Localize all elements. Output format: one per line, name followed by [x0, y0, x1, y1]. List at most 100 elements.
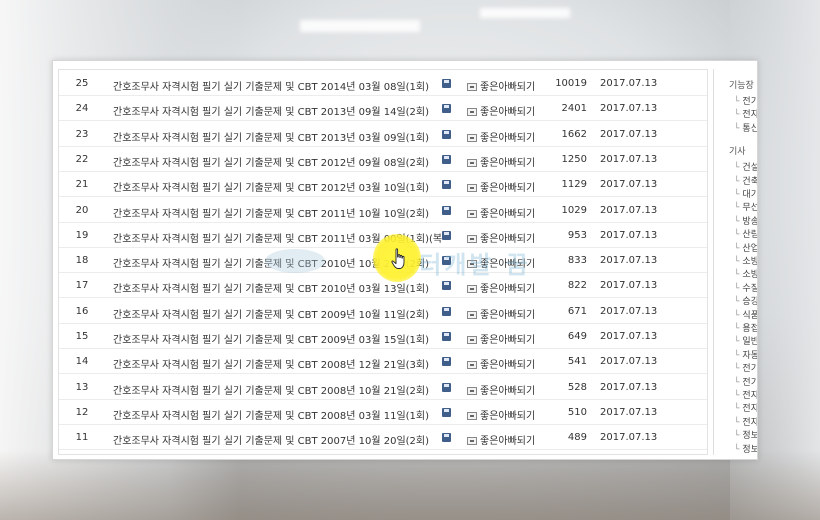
post-author[interactable]: 좋은아빠되기	[467, 78, 557, 93]
table-row[interactable]: 16 간호조무사 자격시험 필기 실기 기출문제 및 CBT 2009년 10월 …	[59, 299, 707, 324]
table-row[interactable]: 23 간호조무사 자격시험 필기 실기 기출문제 및 CBT 2013년 03월 …	[59, 122, 707, 147]
post-title-link[interactable]: 간호조무사 자격시험 필기 실기 기출문제 및 CBT 2012년 03월 10…	[113, 179, 443, 194]
author-badge-icon	[467, 108, 477, 117]
post-title-link[interactable]: 간호조무사 자격시험 필기 실기 기출문제 및 CBT 2012년 09월 08…	[113, 154, 443, 169]
post-title-link[interactable]: 간호조무사 자격시험 필기 실기 기출문제 및 CBT 2008년 03월 11…	[113, 407, 443, 422]
table-row[interactable]: 24 간호조무사 자격시험 필기 실기 기출문제 및 CBT 2013년 09월 …	[59, 96, 707, 122]
attachment-icon[interactable]	[442, 382, 451, 392]
table-row[interactable]: 25 간호조무사 자격시험 필기 실기 기출문제 및 CBT 2014년 03월 …	[59, 71, 707, 96]
sidebar-item[interactable]: └방송통신기사	[734, 214, 757, 227]
attachment-icon[interactable]	[442, 230, 451, 240]
tree-branch-icon: └	[734, 297, 740, 308]
tree-branch-icon: └	[734, 337, 740, 348]
sidebar-item[interactable]: └산림기사	[734, 227, 757, 240]
post-author[interactable]: 좋은아빠되기	[467, 407, 557, 422]
attachment-icon[interactable]	[442, 129, 451, 139]
post-author[interactable]: 좋은아빠되기	[467, 356, 557, 371]
post-date: 2017.07.13	[600, 305, 658, 317]
post-author[interactable]: 좋은아빠되기	[467, 103, 557, 118]
sidebar-item[interactable]: └정보처리기사	[734, 428, 757, 441]
sidebar-item[interactable]: └통신설비기능장	[734, 121, 757, 134]
sidebar-item[interactable]: └전자계산기기사	[734, 401, 757, 414]
sidebar-item[interactable]: └용접기사	[734, 321, 757, 334]
sidebar-item-label: 건축기사	[742, 176, 757, 187]
sidebar-item-label: 전기기능장	[742, 97, 757, 107]
post-title-link[interactable]: 간호조무사 자격시험 필기 실기 기출문제 및 CBT 2010년 03월 13…	[113, 280, 443, 295]
sidebar-item[interactable]: └승강기기사	[734, 294, 757, 307]
sidebar-item[interactable]: └전기기능장	[734, 94, 757, 107]
sidebar-item-label: 전자기기기능장	[742, 110, 757, 121]
sidebar-item-label: 전자기사	[742, 391, 757, 401]
post-author[interactable]: 좋은아빠되기	[467, 179, 557, 194]
attachment-icon[interactable]	[442, 281, 451, 291]
post-number: 23	[75, 128, 89, 140]
post-author[interactable]: 좋은아빠되기	[467, 154, 557, 169]
post-title-link[interactable]: 간호조무사 자격시험 필기 실기 기출문제 및 CBT 2009년 10월 11…	[113, 306, 443, 321]
sidebar-item[interactable]: └일반기계기사	[734, 334, 757, 347]
post-title-link[interactable]: 간호조무사 자격시험 필기 실기 기출문제 및 CBT 2008년 10월 21…	[113, 382, 443, 397]
table-row[interactable]: 15 간호조무사 자격시험 필기 실기 기출문제 및 CBT 2009년 03월 …	[59, 324, 707, 349]
author-badge-icon	[467, 437, 477, 446]
attachment-icon[interactable]	[442, 357, 451, 367]
attachment-icon[interactable]	[442, 205, 451, 215]
table-row[interactable]: 13 간호조무사 자격시험 필기 실기 기출문제 및 CBT 2008년 10월 …	[59, 375, 707, 400]
post-author[interactable]: 좋은아빠되기	[467, 205, 557, 220]
attachment-icon[interactable]	[442, 154, 451, 164]
author-name: 좋은아빠되기	[480, 157, 536, 169]
sidebar-item[interactable]: └대기환경기사	[734, 187, 757, 200]
sidebar-item[interactable]: └전자계산기조직	[734, 415, 757, 428]
table-row[interactable]: 20 간호조무사 자격시험 필기 실기 기출문제 및 CBT 2011년 10월 …	[59, 198, 707, 223]
post-title-link[interactable]: 간호조무사 자격시험 필기 실기 기출문제 및 CBT 2013년 03월 09…	[113, 129, 443, 144]
sidebar-item[interactable]: └소방설비기사(기	[734, 254, 757, 267]
sidebar-item[interactable]: └산업안전기사	[734, 241, 757, 254]
tree-branch-icon: └	[734, 110, 740, 121]
tree-branch-icon: └	[734, 97, 740, 107]
author-badge-icon	[467, 234, 477, 243]
sidebar-item[interactable]: └소방설비기사(전	[734, 267, 757, 280]
post-title-link[interactable]: 간호조무사 자격시험 필기 실기 기출문제 및 CBT 2014년 03월 08…	[113, 78, 443, 93]
post-title-link[interactable]: 간호조무사 자격시험 필기 실기 기출문제 및 CBT 2009년 03월 15…	[113, 331, 443, 346]
sidebar-item[interactable]: └자동차정비기사	[734, 348, 757, 361]
post-author[interactable]: 좋은아빠되기	[467, 382, 557, 397]
sidebar-item[interactable]: └전자기사	[734, 388, 757, 401]
table-row[interactable]: 14 간호조무사 자격시험 필기 실기 기출문제 및 CBT 2008년 12월 …	[59, 349, 707, 375]
post-author[interactable]: 좋은아빠되기	[467, 331, 557, 346]
view-count: 10019	[555, 78, 587, 89]
table-row[interactable]: 12 간호조무사 자격시험 필기 실기 기출문제 및 CBT 2008년 03월 …	[59, 400, 707, 425]
attachment-icon[interactable]	[442, 79, 451, 88]
post-number: 20	[75, 204, 89, 216]
attachment-icon[interactable]	[442, 180, 451, 190]
post-author[interactable]: 좋은아빠되기	[467, 280, 557, 295]
table-row[interactable]: 11 간호조무사 자격시험 필기 실기 기출문제 및 CBT 2007년 10월 …	[59, 425, 707, 451]
post-title-link[interactable]: 간호조무사 자격시험 필기 실기 기출문제 및 CBT 2011년 10월 10…	[113, 205, 443, 220]
sidebar-item[interactable]: └건설안전기사	[734, 160, 757, 173]
attachment-icon[interactable]	[442, 306, 451, 316]
view-count: 1250	[561, 153, 587, 165]
post-date: 2017.07.13	[600, 356, 658, 368]
table-row[interactable]: 22 간호조무사 자격시험 필기 실기 기출문제 및 CBT 2012년 09월 …	[59, 147, 707, 172]
sidebar-item[interactable]: └전기공사기사	[734, 375, 757, 388]
sidebar-item-label: 식품기사	[742, 310, 757, 321]
sidebar-item[interactable]: └건축기사	[734, 174, 757, 187]
sidebar-item[interactable]: └전자기기기능장	[734, 107, 757, 120]
background-floor	[0, 450, 820, 520]
post-title-link[interactable]: 간호조무사 자격시험 필기 실기 기출문제 및 CBT 2013년 09월 14…	[113, 103, 443, 118]
attachment-icon[interactable]	[442, 332, 451, 341]
post-date: 2017.07.13	[600, 103, 658, 115]
sidebar-item[interactable]: └무선설비기사	[734, 200, 757, 213]
author-badge-icon	[467, 83, 477, 91]
attachment-icon[interactable]	[442, 433, 451, 443]
attachment-icon[interactable]	[442, 407, 451, 417]
post-author[interactable]: 좋은아빠되기	[467, 129, 557, 144]
tree-branch-icon: └	[734, 417, 740, 428]
attachment-icon[interactable]	[442, 104, 451, 114]
post-author[interactable]: 좋은아빠되기	[467, 432, 557, 447]
sidebar-item[interactable]: └식품기사	[734, 308, 757, 321]
table-row[interactable]: 21 간호조무사 자격시험 필기 실기 기출문제 및 CBT 2012년 03월 …	[59, 172, 707, 198]
post-title-link[interactable]: 간호조무사 자격시험 필기 실기 기출문제 및 CBT 2007년 10월 20…	[113, 432, 443, 447]
sidebar-item[interactable]: └전기기사	[734, 361, 757, 374]
post-title-link[interactable]: 간호조무사 자격시험 필기 실기 기출문제 및 CBT 2008년 12월 21…	[113, 356, 443, 371]
sidebar-item[interactable]: └정보통신기사	[734, 442, 757, 455]
post-author[interactable]: 좋은아빠되기	[467, 306, 557, 321]
sidebar-item[interactable]: └수질환경기사	[734, 281, 757, 294]
